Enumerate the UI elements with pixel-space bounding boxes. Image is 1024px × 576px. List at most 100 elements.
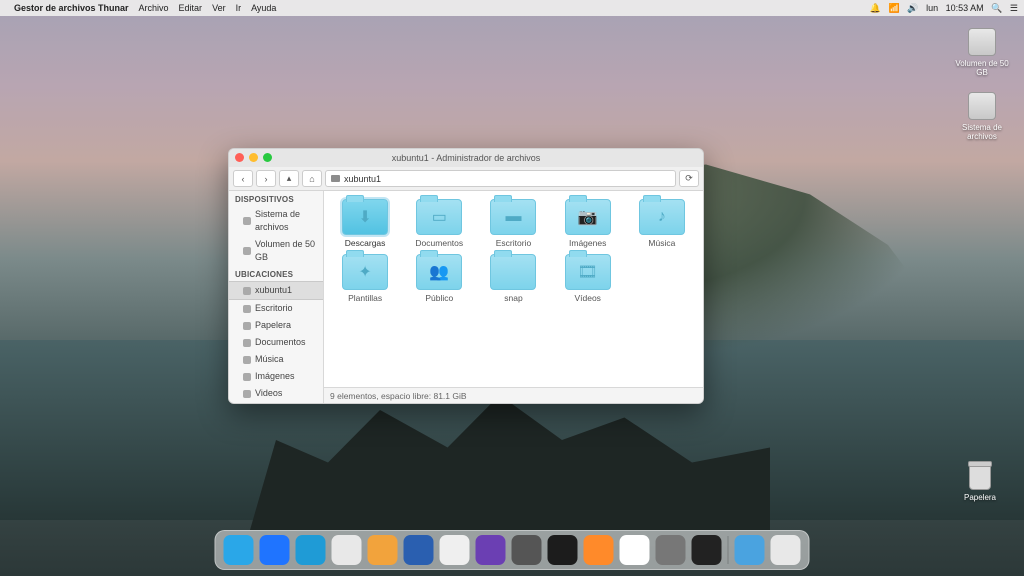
folder-label: snap — [476, 293, 550, 303]
disk-icon — [968, 92, 996, 120]
folder-label: Vídeos — [551, 293, 625, 303]
desktop-icon — [243, 305, 251, 313]
folder-label: Imágenes — [551, 238, 625, 248]
folder-label: Música — [625, 238, 699, 248]
sidebar-item-desktop[interactable]: Escritorio — [229, 300, 323, 317]
dock-icon-settings[interactable] — [512, 535, 542, 565]
volume-icon[interactable]: 🔊 — [907, 3, 918, 13]
menu-ir[interactable]: Ir — [236, 3, 242, 13]
folder-label: Escritorio — [476, 238, 550, 248]
search-icon[interactable]: 🔍 — [991, 3, 1002, 13]
dock-icon-paint[interactable] — [476, 535, 506, 565]
tray-time[interactable]: 10:53 AM — [946, 3, 984, 13]
dock-icon-windows[interactable] — [735, 535, 765, 565]
sidebar: DISPOSITIVOS Sistema de archivos Volumen… — [229, 191, 324, 403]
folder-item-plantillas[interactable]: ✦Plantillas — [328, 254, 402, 303]
folder-item-música[interactable]: ♪ Música — [625, 199, 699, 248]
sidebar-item-documents[interactable]: Documentos — [229, 334, 323, 351]
sidebar-item-music[interactable]: Música — [229, 351, 323, 368]
dock — [215, 530, 810, 570]
dock-icon-appstore[interactable] — [260, 535, 290, 565]
nav-home-button[interactable]: ⌂ — [302, 170, 322, 187]
trash-icon — [969, 464, 991, 490]
file-manager-window: xubuntu1 - Administrador de archivos ‹ ›… — [228, 148, 704, 404]
folder-icon — [243, 339, 251, 347]
dock-icon-word[interactable] — [404, 535, 434, 565]
window-titlebar[interactable]: xubuntu1 - Administrador de archivos — [229, 149, 703, 167]
sidebar-item-home[interactable]: xubuntu1 — [229, 281, 323, 300]
dock-icon-system[interactable] — [656, 535, 686, 565]
folder-label: Público — [402, 293, 476, 303]
dock-icon-terminal[interactable] — [692, 535, 722, 565]
folder-icon: 👥 — [416, 254, 462, 290]
folder-icon: ✦ — [342, 254, 388, 290]
sidebar-item-images[interactable]: Imágenes — [229, 368, 323, 385]
folder-icon: ⬇ — [342, 199, 388, 235]
folder-item-descargas[interactable]: ⬇ Descargas — [328, 199, 402, 248]
folder-item-snap[interactable]: snap — [476, 254, 550, 303]
tray-day[interactable]: lun — [926, 3, 938, 13]
dock-icon-firefox[interactable] — [584, 535, 614, 565]
folder-label: Descargas — [328, 238, 402, 248]
dock-icon-safari[interactable] — [296, 535, 326, 565]
folder-icon: ▬ — [490, 199, 536, 235]
music-icon — [243, 356, 251, 364]
sidebar-item-filesystem[interactable]: Sistema de archivos — [229, 206, 323, 236]
window-close-button[interactable] — [235, 153, 244, 162]
content-pane: ⬇ Descargas▭Documentos ▬ Escritorio 📷 Imágene… — [324, 191, 703, 403]
window-title: xubuntu1 - Administrador de archivos — [392, 153, 541, 163]
desktop-icon-filesystem[interactable]: Sistema de archivos — [952, 92, 1012, 141]
folder-icon — [490, 254, 536, 290]
dock-icon-colors[interactable] — [620, 535, 650, 565]
sidebar-header-devices: DISPOSITIVOS — [229, 191, 323, 206]
dock-icon-screenshot[interactable] — [771, 535, 801, 565]
folder-item-escritorio[interactable]: ▬ Escritorio — [476, 199, 550, 248]
folder-icon: 📷 — [565, 199, 611, 235]
dock-icon-clock[interactable] — [548, 535, 578, 565]
desktop-icon-volume[interactable]: Volumen de 50 GB — [952, 28, 1012, 77]
wifi-icon[interactable]: 📶 — [889, 3, 900, 13]
status-bar: 9 elementos, espacio libre: 81.1 GiB — [324, 387, 703, 403]
dock-icon-photos[interactable] — [332, 535, 362, 565]
menubar-tray: 🔔 📶 🔊 lun 10:53 AM 🔍 ☰ — [865, 3, 1018, 14]
nav-up-button[interactable]: ▴ — [279, 170, 299, 187]
folder-item-documentos[interactable]: ▭Documentos — [402, 199, 476, 248]
disk-icon — [243, 217, 251, 225]
path-label: xubuntu1 — [344, 174, 381, 184]
folder-icon — [331, 175, 340, 182]
folder-icon: 🎞 — [565, 254, 611, 290]
desktop-icon-trash[interactable]: Papelera — [950, 464, 1010, 502]
folder-icon: ♪ — [639, 199, 685, 235]
window-minimize-button[interactable] — [249, 153, 258, 162]
dock-icon-notes[interactable] — [368, 535, 398, 565]
disk-icon — [243, 247, 251, 255]
disk-icon — [968, 28, 996, 56]
trash-icon — [243, 322, 251, 330]
sidebar-item-downloads[interactable]: Descargas — [229, 402, 323, 403]
path-reload-button[interactable]: ⟳ — [679, 170, 699, 187]
home-icon — [243, 287, 251, 295]
sidebar-item-trash[interactable]: Papelera — [229, 317, 323, 334]
toolbar: ‹ › ▴ ⌂ xubuntu1 ⟳ — [229, 167, 703, 191]
menu-ayuda[interactable]: Ayuda — [251, 3, 276, 13]
folder-item-público[interactable]: 👥 Público — [402, 254, 476, 303]
path-bar[interactable]: xubuntu1 — [325, 170, 676, 187]
sidebar-item-videos[interactable]: Videos — [229, 385, 323, 402]
folder-item-imágenes[interactable]: 📷 Imágenes — [551, 199, 625, 248]
menubar-app-name[interactable]: Gestor de archivos Thunar — [14, 3, 129, 13]
dock-icon-finder[interactable] — [224, 535, 254, 565]
sidebar-item-volume[interactable]: Volumen de 50 GB — [229, 236, 323, 266]
folder-item-vídeos[interactable]: 🎞 Vídeos — [551, 254, 625, 303]
menubar: Gestor de archivos Thunar Archivo Editar… — [0, 0, 1024, 16]
nav-forward-button[interactable]: › — [256, 170, 276, 187]
menu-icon[interactable]: ☰ — [1010, 3, 1018, 13]
window-maximize-button[interactable] — [263, 153, 272, 162]
notification-icon[interactable]: 🔔 — [870, 3, 881, 13]
menu-ver[interactable]: Ver — [212, 3, 226, 13]
menu-archivo[interactable]: Archivo — [139, 3, 169, 13]
images-icon — [243, 373, 251, 381]
menu-editar[interactable]: Editar — [179, 3, 203, 13]
desktop-icon-label: Volumen de 50 GB — [952, 59, 1012, 77]
nav-back-button[interactable]: ‹ — [233, 170, 253, 187]
dock-icon-imovie[interactable] — [440, 535, 470, 565]
